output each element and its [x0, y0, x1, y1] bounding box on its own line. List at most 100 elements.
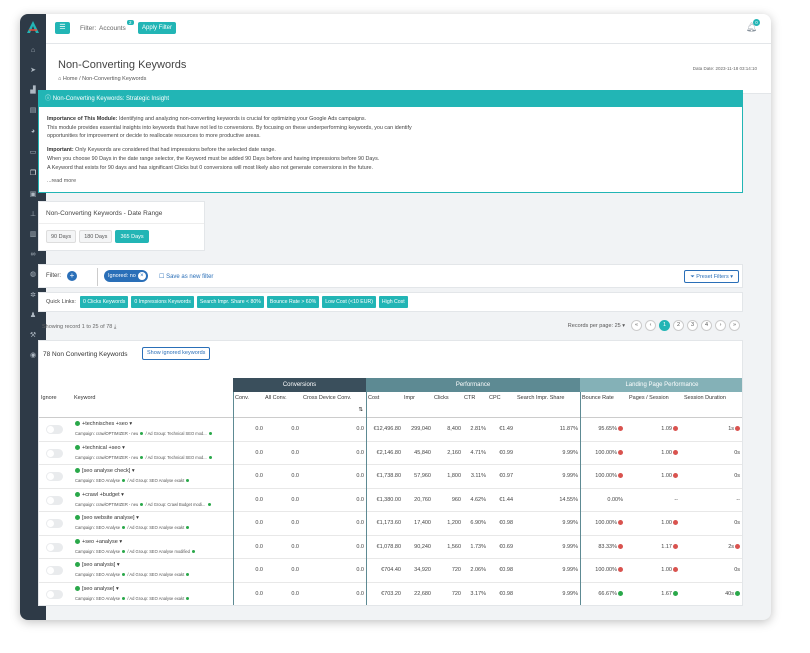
sitemap-icon[interactable]: ⊥	[28, 210, 38, 220]
column-header-cpc[interactable]: CPC	[487, 392, 515, 418]
info-icon[interactable]	[673, 520, 678, 526]
range-90-days-button[interactable]: 90 Days	[46, 230, 77, 243]
ignore-toggle[interactable]	[46, 566, 63, 575]
chevron-down-icon[interactable]: ▾	[132, 468, 135, 474]
info-icon[interactable]	[735, 543, 740, 549]
page-button[interactable]: 4	[701, 320, 712, 331]
prev-page-icon[interactable]: ‹	[645, 320, 656, 331]
quick-link-impr-share[interactable]: Search Impr. Share < 80%	[196, 296, 264, 308]
close-icon[interactable]: ×	[137, 272, 146, 280]
monitor-icon[interactable]: ▣	[28, 190, 38, 200]
info-icon[interactable]	[618, 449, 623, 455]
info-icon[interactable]	[735, 426, 740, 432]
quick-link-bounce-rate[interactable]: Bounce Rate > 60%	[266, 296, 320, 308]
column-header-bounce-rate[interactable]: Bounce Rate	[580, 392, 627, 418]
chevron-down-icon[interactable]: ▾	[116, 586, 119, 592]
menu-toggle-button[interactable]: ☰	[55, 22, 70, 34]
column-header-cross-device[interactable]: Cross Device Conv. ⇅	[301, 392, 366, 418]
card-icon[interactable]: ▭	[28, 148, 38, 158]
range-365-days-button[interactable]: 365 Days	[115, 230, 149, 243]
ignore-toggle[interactable]	[46, 542, 63, 552]
info-icon[interactable]	[618, 567, 623, 573]
table-row[interactable]: [seo analysis] ▾ Campaign: SEO Analyse / …	[39, 559, 742, 583]
last-page-icon[interactable]: »	[729, 320, 740, 331]
info-icon[interactable]	[618, 543, 623, 549]
bar-chart-icon[interactable]: ▥	[28, 230, 38, 240]
column-header-conv[interactable]: Conv.	[233, 392, 263, 418]
accounts-filter[interactable]: Accounts	[99, 25, 126, 32]
column-header-impr[interactable]: Impr	[402, 392, 432, 418]
show-ignored-button[interactable]: Show ignored keywords	[142, 347, 211, 360]
info-icon[interactable]	[673, 426, 678, 432]
user-icon[interactable]: ♟	[28, 311, 38, 321]
send-icon[interactable]: ➤	[28, 66, 38, 76]
info-icon[interactable]	[673, 590, 678, 596]
table-icon[interactable]: ▤	[28, 106, 38, 116]
info-icon[interactable]	[673, 567, 678, 573]
chart-icon[interactable]: ▟	[28, 86, 38, 96]
breadcrumb-home[interactable]: Home	[63, 76, 78, 82]
column-header-session-duration[interactable]: Session Duration	[682, 392, 742, 418]
globe-icon[interactable]: ◍	[28, 270, 38, 280]
table-row[interactable]: [seo analyse check] ▾ Campaign: SEO Analy…	[39, 465, 742, 489]
ignore-toggle[interactable]	[46, 519, 63, 528]
chevron-down-icon[interactable]: ▾	[121, 492, 124, 498]
column-header-all-conv[interactable]: All Conv.	[263, 392, 301, 418]
preset-filters-button[interactable]: ⏷ Preset Filters ▾	[684, 270, 739, 283]
sort-icon[interactable]: ⇅	[358, 407, 363, 414]
quick-link-zero-clicks[interactable]: 0 Clicks Keywords	[80, 296, 129, 308]
copy-icon[interactable]: ❐	[28, 169, 38, 179]
ignored-filter-tag[interactable]: Ignored: no ×	[104, 270, 148, 282]
ignore-toggle[interactable]	[46, 472, 63, 481]
records-per-page[interactable]: Records per page: 25 ▾	[568, 323, 625, 329]
info-icon[interactable]	[735, 590, 740, 596]
next-page-icon[interactable]: ›	[715, 320, 726, 331]
quick-link-low-cost[interactable]: Low Cost (<10 EUR)	[322, 296, 376, 308]
chevron-down-icon[interactable]: ▾	[136, 515, 139, 521]
eye-icon[interactable]: ◉	[28, 351, 38, 361]
column-header-ctr[interactable]: CTR	[462, 392, 487, 418]
home-icon[interactable]: ⌂	[28, 46, 38, 56]
page-button[interactable]: 1	[659, 320, 670, 331]
first-page-icon[interactable]: «	[631, 320, 642, 331]
column-header-keyword[interactable]: Keyword	[72, 392, 233, 418]
table-row[interactable]: [seo website analyse] ▾ Campaign: SEO Ana…	[39, 512, 742, 536]
info-icon[interactable]	[618, 473, 623, 479]
page-button[interactable]: 2	[673, 320, 684, 331]
chevron-down-icon[interactable]: ▾	[122, 445, 125, 451]
quick-link-high-cost[interactable]: High Cost	[378, 296, 408, 308]
ignore-toggle[interactable]	[46, 495, 63, 505]
download-icon[interactable]: ⤓	[114, 324, 116, 330]
page-button[interactable]: 3	[687, 320, 698, 331]
info-icon[interactable]	[673, 473, 678, 479]
link-icon[interactable]: ∞	[28, 250, 38, 260]
ignore-toggle[interactable]	[46, 448, 63, 458]
info-icon[interactable]	[618, 426, 623, 432]
add-filter-button[interactable]: +	[67, 271, 77, 281]
apply-filter-button[interactable]: Apply Filter	[138, 22, 177, 34]
chevron-down-icon[interactable]: ▾	[119, 539, 122, 545]
info-icon[interactable]	[618, 590, 623, 596]
column-header-clicks[interactable]: Clicks	[432, 392, 462, 418]
ignore-toggle[interactable]	[46, 589, 63, 599]
info-icon[interactable]	[673, 449, 678, 455]
chevron-down-icon[interactable]: ▾	[117, 562, 120, 568]
column-header-ignore[interactable]: Ignore	[39, 392, 72, 418]
read-more-link[interactable]: ...read more	[47, 177, 734, 186]
chevron-down-icon[interactable]: ▾	[129, 421, 132, 427]
table-row[interactable]: +technical +seo ▾ Campaign: crawlOPTIMIZE…	[39, 442, 742, 465]
save-filter-link[interactable]: ☐ Save as new filter	[159, 273, 213, 280]
info-icon[interactable]	[673, 543, 678, 549]
quick-link-zero-impressions[interactable]: 0 Impressions Keywords	[131, 296, 194, 308]
table-row[interactable]: +seo +analyse ▾ Campaign: SEO Analyse / A…	[39, 536, 742, 559]
column-header-search-impr-share[interactable]: Search Impr. Share	[515, 392, 580, 418]
range-180-days-button[interactable]: 180 Days	[79, 230, 113, 243]
app-logo[interactable]	[26, 20, 40, 34]
column-header-pages-session[interactable]: Pages / Session	[627, 392, 682, 418]
column-header-cost[interactable]: Cost	[366, 392, 402, 418]
info-icon[interactable]	[618, 520, 623, 526]
gear-icon[interactable]: ✲	[28, 291, 38, 301]
ignore-toggle[interactable]	[46, 425, 63, 434]
wrench-icon[interactable]: ⚒	[28, 331, 38, 341]
pie-icon[interactable]: ◕	[28, 127, 38, 137]
